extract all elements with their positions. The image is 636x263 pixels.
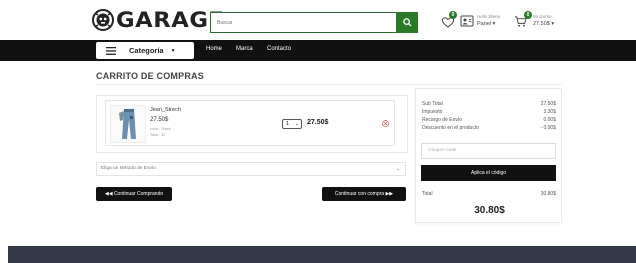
chevron-down-icon: ⌄ <box>395 166 400 172</box>
main-nav: Categoría ▼ Home Marca Contacto <box>0 40 636 61</box>
cart-label: Mi carrito <box>533 14 552 19</box>
summary-value: 0.00$ <box>543 117 556 123</box>
search-input[interactable] <box>210 12 396 33</box>
search-icon <box>402 18 412 27</box>
user-menu[interactable]: Hello Elena Panel ▾ <box>460 13 510 33</box>
brand-name: GARAGE <box>116 8 225 32</box>
title-divider <box>96 84 562 85</box>
shipping-method-select[interactable]: Eliga un Método de Envío ⌄ <box>96 162 406 176</box>
summary-value: 30.80$ <box>540 191 556 197</box>
site-footer <box>8 246 636 263</box>
chevron-down-icon: ▼ <box>170 47 176 54</box>
summary-label: Total <box>422 191 433 197</box>
gear-skull-logo-icon <box>92 9 114 31</box>
page-title: CARRITO DE COMPRAS <box>96 71 204 81</box>
product-size: Talla : 32 <box>150 133 166 137</box>
search-button[interactable] <box>396 12 418 33</box>
brand-logo[interactable]: GARAGE <box>92 8 224 32</box>
order-summary: Sub Total 27.50$ Impuesto 3.30$ Recargo … <box>415 88 562 223</box>
mini-cart[interactable]: 0 Mi carrito 27.50$ ▾ <box>514 11 564 33</box>
nav-link-marca[interactable]: Marca <box>236 46 253 52</box>
coupon-input[interactable]: Coupon code <box>421 143 556 159</box>
shipping-placeholder: Eliga un Método de Envío <box>101 166 156 171</box>
item-total: 27.50$ <box>307 119 329 126</box>
summary-row-subtotal: Sub Total 27.50$ <box>422 101 556 107</box>
product-price: 27.50$ <box>150 117 169 123</box>
product-name[interactable]: Jean_Strech <box>150 107 181 113</box>
site-header: GARAGE 0 Hello Elena Panel ▾ 0 <box>0 0 636 40</box>
category-label: Categoría <box>129 46 164 55</box>
summary-value: - 0.00$ <box>540 125 556 131</box>
grand-total: 30.80$ <box>474 205 505 216</box>
chevron-down-icon: ⌄ <box>294 121 299 127</box>
category-dropdown[interactable]: Categoría ▼ <box>96 42 194 59</box>
summary-label: Sub Total <box>422 101 443 107</box>
remove-item-icon[interactable] <box>382 120 389 127</box>
summary-row-discount: Descuento en el producto - 0.00$ <box>422 125 556 131</box>
cart-item-card: Jean_Strech 27.50$ color : Black Talla :… <box>96 95 408 153</box>
summary-value: 3.30$ <box>543 109 556 115</box>
product-thumbnail[interactable] <box>110 105 146 143</box>
continue-shopping-button[interactable]: ◀◀ Continuar Comprando <box>96 187 172 201</box>
jeans-product-image <box>119 109 136 139</box>
search-bar <box>210 12 418 33</box>
hamburger-menu-icon <box>106 46 116 55</box>
summary-label: Impuesto <box>422 109 443 115</box>
nav-link-contacto[interactable]: Contacto <box>267 46 291 52</box>
user-panel-icon <box>460 15 474 27</box>
nav-link-home[interactable]: Home <box>206 46 222 52</box>
quantity-select[interactable]: 1 ⌄ <box>282 119 302 129</box>
cart-count-badge: 0 <box>524 11 532 19</box>
quantity-value: 1 <box>286 121 290 127</box>
summary-row-shipping: Recargo de Envío 0.00$ <box>422 117 556 123</box>
summary-row-total: Total 30.80$ <box>422 191 556 197</box>
cart-amount-dropdown[interactable]: 27.50$ ▾ <box>533 21 554 27</box>
summary-label: Descuento en el producto <box>422 125 479 131</box>
wishlist-count-badge: 0 <box>449 11 457 19</box>
user-greeting: Hello Elena <box>477 14 501 19</box>
continue-checkout-button[interactable]: Continuar con compra ▶▶ <box>322 187 406 201</box>
summary-row-tax: Impuesto 3.30$ <box>422 109 556 115</box>
summary-value: 27.50$ <box>540 101 556 107</box>
apply-coupon-button[interactable]: Aplica el código <box>421 165 556 181</box>
user-panel-dropdown[interactable]: Panel ▾ <box>477 21 495 27</box>
product-color: color : Black <box>150 127 171 131</box>
summary-label: Recargo de Envío <box>422 117 463 123</box>
cart-item: Jean_Strech 27.50$ color : Black Talla :… <box>105 100 395 146</box>
